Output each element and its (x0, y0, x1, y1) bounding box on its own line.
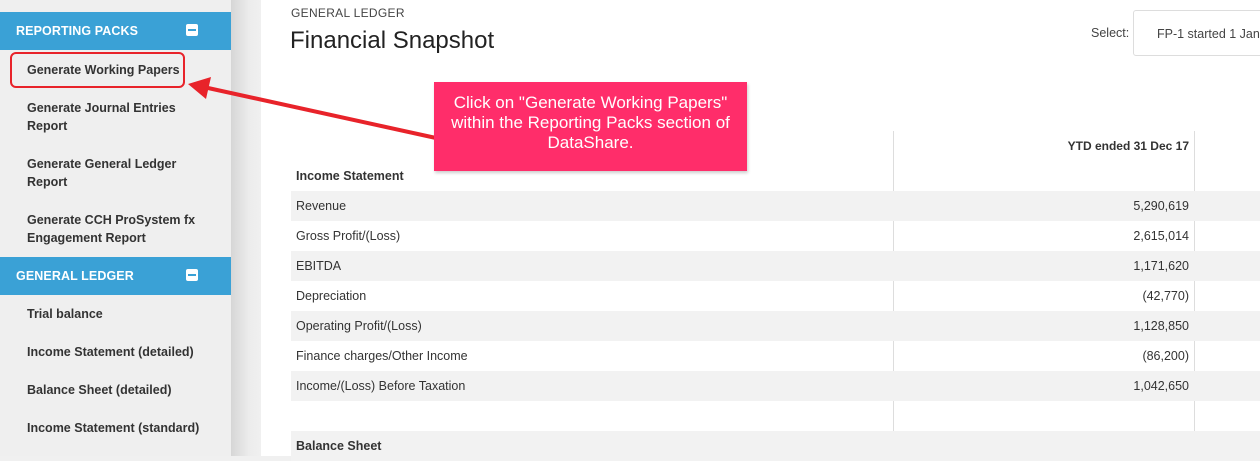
instruction-callout: Click on "Generate Working Papers" withi… (434, 82, 747, 171)
annotation-arrow (188, 77, 437, 140)
